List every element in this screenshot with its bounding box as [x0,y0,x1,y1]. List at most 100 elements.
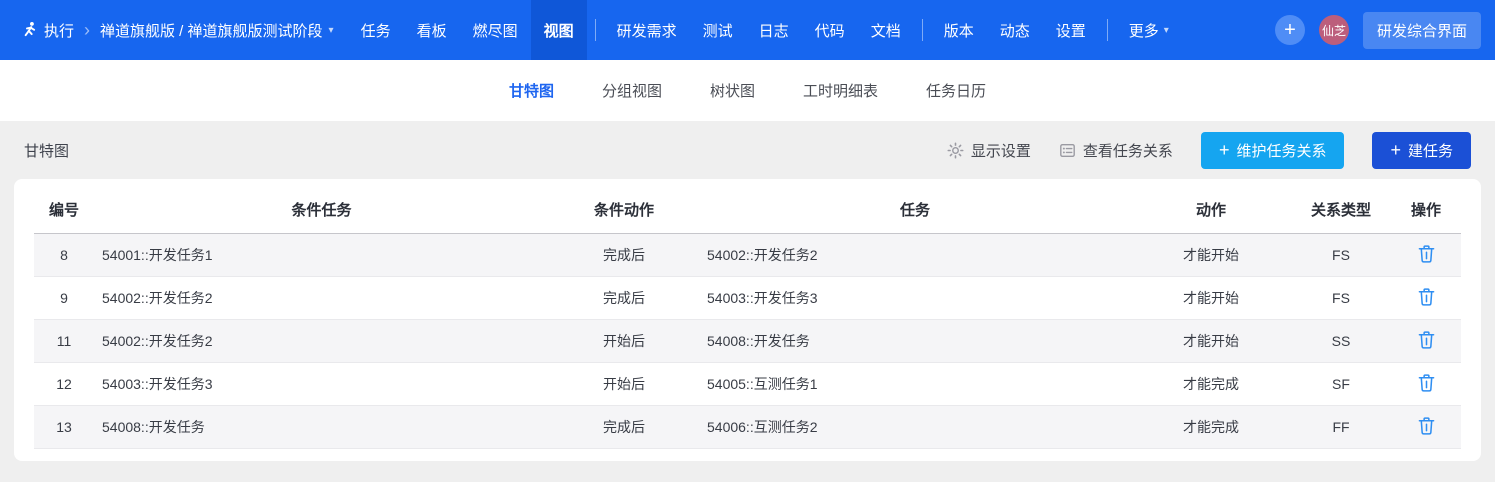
nav-item-code[interactable]: 代码 [802,0,858,60]
col-header-id: 编号 [34,187,94,234]
create-task-button[interactable]: + 建任务 [1372,131,1471,169]
table-row: 13 54008::开发任务 完成后 54006::互测任务2 才能完成 FF [34,405,1461,449]
task-relations-table: 编号 条件任务 条件动作 任务 动作 关系类型 操作 8 54001::开发任务… [34,187,1461,449]
cell-pre-task: 54008::开发任务 [94,405,549,449]
view-tabs: 甘特图 分组视图 树状图 工时明细表 任务日历 [0,60,1495,121]
cell-type: SS [1291,319,1391,363]
nav-item-tasks[interactable]: 任务 [348,0,404,60]
cell-pre-task: 54002::开发任务2 [94,319,549,363]
col-header-task: 任务 [699,187,1131,234]
cell-pre-action: 开始后 [549,362,699,406]
workbench-button[interactable]: 研发综合界面 [1362,11,1481,49]
cell-pre-task: 54001::开发任务1 [94,233,549,277]
cell-action: 才能开始 [1131,276,1291,320]
cell-action: 才能开始 [1131,233,1291,277]
table-row: 12 54003::开发任务3 开始后 54005::互测任务1 才能完成 SF [34,362,1461,406]
delete-relation-button[interactable] [1413,371,1440,395]
nav-item-views[interactable]: 视图 [530,0,587,60]
breadcrumb-chevron-icon: › [84,20,91,40]
table-header-row: 编号 条件任务 条件动作 任务 动作 关系类型 操作 [34,187,1461,234]
col-header-action: 动作 [1131,187,1291,234]
avatar[interactable]: 仙芝 [1318,15,1349,45]
cell-action: 才能完成 [1131,362,1291,406]
page-title: 甘特图 [24,142,70,160]
caret-down-icon: ▾ [328,24,334,36]
tab-task-calendar[interactable]: 任务日历 [926,80,986,101]
module-label: 执行 [44,22,75,40]
delete-relation-button[interactable] [1413,328,1440,352]
cell-type: FS [1291,233,1391,277]
cell-action: 才能完成 [1131,405,1291,449]
cell-pre-task: 54003::开发任务3 [94,362,549,406]
cell-id: 9 [34,276,94,320]
cell-pre-action: 开始后 [549,319,699,363]
trash-icon [1418,245,1434,263]
col-header-type: 关系类型 [1291,187,1391,234]
nav-item-docs[interactable]: 文档 [858,0,914,60]
cell-task: 54005::互测任务1 [699,362,1131,406]
project-name: 禅道旗舰版 / 禅道旗舰版测试阶段 [100,22,323,40]
nav-item-stories[interactable]: 研发需求 [604,0,690,60]
quick-create-button[interactable]: + [1274,15,1305,45]
tab-group-view[interactable]: 分组视图 [602,80,662,101]
cell-pre-action: 完成后 [549,233,699,277]
relation-list-icon [1060,143,1075,157]
topbar: 执行 › 禅道旗舰版 / 禅道旗舰版测试阶段 ▾ 任务 看板 燃尽图 视图 研发… [0,0,1495,60]
cell-type: SF [1291,362,1391,406]
tab-tree-view[interactable]: 树状图 [710,80,755,101]
cell-id: 13 [34,405,94,449]
view-relations-button[interactable]: 查看任务关系 [1059,140,1173,161]
cell-type: FF [1291,405,1391,449]
table-row: 8 54001::开发任务1 完成后 54002::开发任务2 才能开始 FS [34,233,1461,277]
tab-effort-detail[interactable]: 工时明细表 [803,80,878,101]
nav-item-settings[interactable]: 设置 [1043,0,1099,60]
nav-item-logs[interactable]: 日志 [746,0,802,60]
col-header-ops: 操作 [1391,187,1461,234]
trash-icon [1418,417,1434,435]
nav-item-test[interactable]: 测试 [690,0,746,60]
nav-divider [594,19,596,41]
gantt-toolbar: 甘特图 显示设置 查看任务关系 + 维护任务关系 + 建任务 [0,121,1495,179]
nav-item-builds[interactable]: 版本 [931,0,987,60]
trash-icon [1418,331,1434,349]
cell-task: 54008::开发任务 [699,319,1131,363]
nav-item-burndown[interactable]: 燃尽图 [460,0,531,60]
cell-action: 才能开始 [1131,319,1291,363]
nav-divider [921,19,923,41]
maintain-relations-button[interactable]: + 维护任务关系 [1200,131,1345,169]
cell-id: 12 [34,362,94,406]
delete-relation-button[interactable] [1413,285,1440,309]
nav-divider [1106,19,1108,41]
module-breadcrumb: 执行 [20,20,74,41]
task-relations-card: 编号 条件任务 条件动作 任务 动作 关系类型 操作 8 54001::开发任务… [14,179,1481,461]
project-switcher[interactable]: 禅道旗舰版 / 禅道旗舰版测试阶段 ▾ [100,20,334,41]
cell-type: FS [1291,276,1391,320]
display-settings-button[interactable]: 显示设置 [947,140,1031,161]
cell-id: 8 [34,233,94,277]
cell-task: 54006::互测任务2 [699,405,1131,449]
execution-runner-icon [24,22,36,37]
trash-icon [1418,288,1434,306]
nav-item-more[interactable]: 更多 ▾ [1116,0,1182,60]
cell-id: 11 [34,319,94,363]
col-header-pre-action: 条件动作 [549,187,699,234]
table-row: 11 54002::开发任务2 开始后 54008::开发任务 才能开始 SS [34,319,1461,363]
cell-task: 54002::开发任务2 [699,233,1131,277]
gear-icon [947,141,964,159]
caret-down-icon: ▾ [1163,24,1169,36]
cell-pre-action: 完成后 [549,405,699,449]
tab-gantt[interactable]: 甘特图 [509,80,554,101]
nav-item-dynamics[interactable]: 动态 [987,0,1043,60]
cell-pre-action: 完成后 [549,276,699,320]
plus-icon: + [1390,140,1401,160]
table-row: 9 54002::开发任务2 完成后 54003::开发任务3 才能开始 FS [34,276,1461,320]
cell-task: 54003::开发任务3 [699,276,1131,320]
delete-relation-button[interactable] [1413,242,1440,266]
trash-icon [1418,374,1434,392]
delete-relation-button[interactable] [1413,414,1440,438]
top-navigation: 任务 看板 燃尽图 视图 研发需求 测试 日志 代码 文档 版本 动态 设置 更… [348,0,1182,60]
nav-item-kanban[interactable]: 看板 [404,0,460,60]
col-header-pre-task: 条件任务 [94,187,549,234]
cell-pre-task: 54002::开发任务2 [94,276,549,320]
plus-icon: + [1218,140,1230,160]
